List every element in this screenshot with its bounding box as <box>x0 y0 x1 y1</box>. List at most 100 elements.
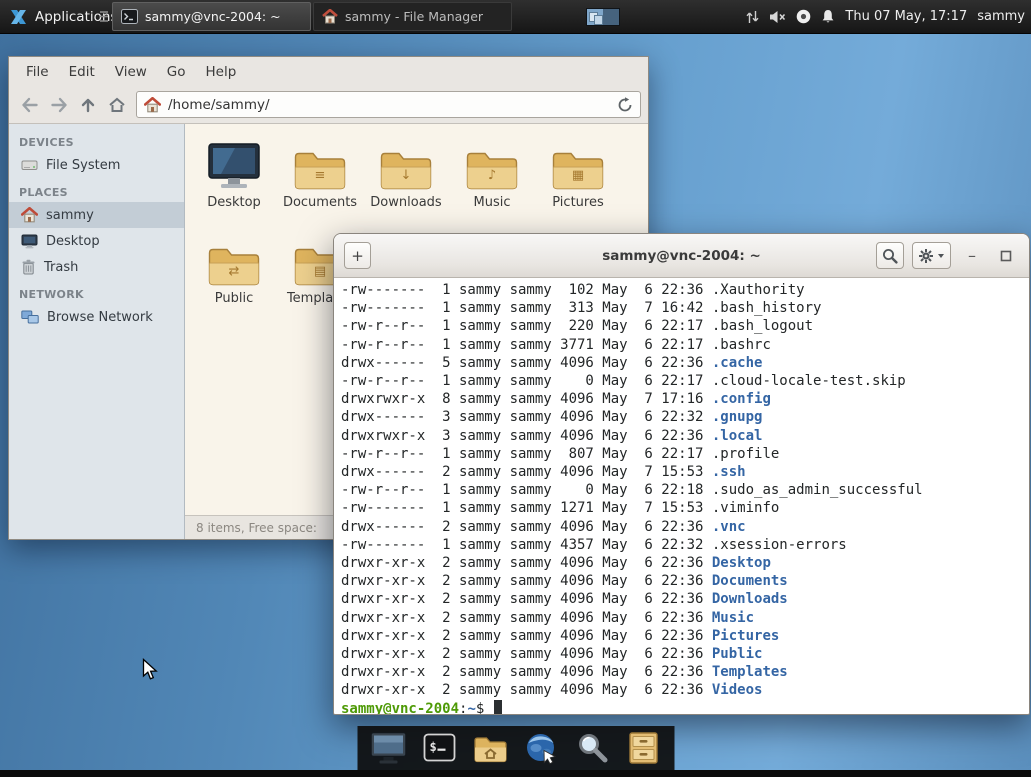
clock[interactable]: Thu 07 May, 17:17 <box>845 9 967 24</box>
file-label: Public <box>215 291 253 306</box>
path-bar[interactable]: /home/sammy/ <box>136 91 641 118</box>
network-arrows-icon[interactable] <box>746 10 759 24</box>
terminal-line: drwx------ 5 sammy sammy 4096 May 6 22:3… <box>341 354 1029 372</box>
file-icon-pictures[interactable]: ▦ Pictures <box>535 134 621 230</box>
sidebar-item-label: sammy <box>46 208 94 223</box>
menu-help[interactable]: Help <box>196 59 247 85</box>
prompt-user-host: sammy@vnc-2004 <box>341 701 459 714</box>
terminal-window: + sammy@vnc-2004: ~ – -rw------- 1 sammy… <box>333 233 1030 715</box>
fm-status-text: 8 items, Free space: <box>196 521 317 535</box>
folder-emblem: ≡ <box>315 168 326 183</box>
terminal-line: drwxrwxr-x 8 sammy sammy 4096 May 7 17:1… <box>341 390 1029 408</box>
terminal-line: -rw------- 1 sammy sammy 4357 May 6 22:3… <box>341 536 1029 554</box>
menu-file[interactable]: File <box>16 59 59 85</box>
folder-emblem: ⇄ <box>229 264 240 279</box>
sidebar-header-network: NETWORK <box>9 280 184 304</box>
terminal-line: drwx------ 2 sammy sammy 4096 May 7 15:5… <box>341 463 1029 481</box>
maximize-button[interactable] <box>993 244 1019 268</box>
preferences-button[interactable] <box>912 242 951 269</box>
home-icon <box>21 207 38 223</box>
panel-right: Thu 07 May, 17:17 sammy <box>746 0 1025 33</box>
terminal-line: drwxr-xr-x 2 sammy sammy 4096 May 6 22:3… <box>341 645 1029 663</box>
back-button[interactable] <box>16 92 43 118</box>
folder-icon: ↓ <box>378 134 434 192</box>
home-folder-icon <box>144 97 161 113</box>
file-label: Music <box>474 195 511 210</box>
path-text: /home/sammy/ <box>168 97 610 113</box>
file-label: Documents <box>283 195 357 210</box>
forward-button[interactable] <box>45 92 72 118</box>
file-icon-desktop[interactable]: Desktop <box>191 134 277 230</box>
terminal-body[interactable]: -rw------- 1 sammy sammy 102 May 6 22:36… <box>334 278 1029 714</box>
terminal-line: drwxrwxr-x 3 sammy sammy 4096 May 6 22:3… <box>341 427 1029 445</box>
file-label: Downloads <box>370 195 441 210</box>
dock-display-icon[interactable] <box>369 730 407 766</box>
menu-edit[interactable]: Edit <box>59 59 105 85</box>
file-icon-documents[interactable]: ≡ Documents <box>277 134 363 230</box>
file-label: Pictures <box>552 195 603 210</box>
reload-icon[interactable] <box>617 97 633 113</box>
folder-emblem: ♪ <box>488 168 496 183</box>
prompt-cwd: ~ <box>467 701 475 714</box>
workspace-pager <box>586 8 620 26</box>
sidebar-item-trash[interactable]: Trash <box>9 254 184 280</box>
network-icon <box>21 310 39 325</box>
terminal-output: -rw------- 1 sammy sammy 102 May 6 22:36… <box>341 281 1029 700</box>
monitor-icon <box>207 134 261 192</box>
workspace-2[interactable] <box>603 9 619 25</box>
folder-emblem: ▦ <box>572 168 584 183</box>
up-button[interactable] <box>74 92 101 118</box>
new-tab-button[interactable]: + <box>344 242 371 269</box>
taskbar-button-label: sammy@vnc-2004: ~ <box>145 9 281 24</box>
prompt-symbol: $ <box>476 701 493 714</box>
back-icon <box>20 96 40 114</box>
terminal-line: -rw-r--r-- 1 sammy sammy 0 May 6 22:17 .… <box>341 372 1029 390</box>
file-icon-music[interactable]: ♪ Music <box>449 134 535 230</box>
xorg-logo-icon <box>9 8 28 26</box>
search-icon <box>882 248 898 264</box>
sidebar-item-label: Trash <box>44 260 78 275</box>
taskbar-button-label: sammy - File Manager <box>345 9 483 24</box>
sidebar-item-label: Desktop <box>46 234 100 249</box>
minimize-button[interactable]: – <box>959 244 985 268</box>
file-label: Desktop <box>207 195 261 210</box>
terminal-line: drwxr-xr-x 2 sammy sammy 4096 May 6 22:3… <box>341 663 1029 681</box>
fm-menubar: FileEditViewGoHelp <box>9 57 648 86</box>
dock-terminal-icon[interactable]: $ <box>420 730 458 766</box>
sidebar-item-file-system[interactable]: File System <box>9 152 184 178</box>
session-user-label[interactable]: sammy <box>977 9 1025 24</box>
file-manager-icon <box>322 9 338 24</box>
dock-app-finder-icon[interactable] <box>573 730 611 766</box>
file-icon-downloads[interactable]: ↓ Downloads <box>363 134 449 230</box>
sidebar-item-label: File System <box>46 158 120 173</box>
search-button[interactable] <box>876 242 904 269</box>
terminal-line: -rw-r--r-- 1 sammy sammy 3771 May 6 22:1… <box>341 336 1029 354</box>
top-panel: Applications sammy@vnc-2004: ~sammy - Fi… <box>0 0 1031 34</box>
terminal-line: drwxr-xr-x 2 sammy sammy 4096 May 6 22:3… <box>341 627 1029 645</box>
home-button[interactable] <box>103 92 130 118</box>
menu-go[interactable]: Go <box>157 59 196 85</box>
dock-web-browser-icon[interactable] <box>522 730 560 766</box>
terminal-line: -rw-r--r-- 1 sammy sammy 807 May 6 22:17… <box>341 445 1029 463</box>
menu-view[interactable]: View <box>105 59 157 85</box>
taskbar-button-terminal[interactable]: sammy@vnc-2004: ~ <box>112 2 311 31</box>
file-icon-public[interactable]: ⇄ Public <box>191 230 277 326</box>
sidebar-item-desktop[interactable]: Desktop <box>9 228 184 254</box>
terminal-line: drwxr-xr-x 2 sammy sammy 4096 May 6 22:3… <box>341 590 1029 608</box>
panel-handle-icon <box>99 10 109 23</box>
sidebar-header-devices: DEVICES <box>9 128 184 152</box>
volume-muted-icon[interactable] <box>769 10 786 24</box>
dock: $ <box>357 726 674 770</box>
bell-icon[interactable] <box>821 9 835 24</box>
dock-home-folder-icon[interactable] <box>471 730 509 766</box>
status-indicator-icon[interactable] <box>796 9 811 24</box>
monitor-icon <box>21 234 38 249</box>
terminal-header[interactable]: + sammy@vnc-2004: ~ – <box>334 234 1029 278</box>
taskbar-button-file-manager[interactable]: sammy - File Manager <box>313 2 512 31</box>
sidebar-item-browse-network[interactable]: Browse Network <box>9 304 184 330</box>
terminal-line: drwxr-xr-x 2 sammy sammy 4096 May 6 22:3… <box>341 681 1029 699</box>
taskbar: sammy@vnc-2004: ~ sammy - File Manager <box>112 2 512 31</box>
sidebar-item-sammy[interactable]: sammy <box>9 202 184 228</box>
dock-file-cabinet-icon[interactable] <box>624 730 662 766</box>
workspace-1[interactable] <box>587 9 603 25</box>
